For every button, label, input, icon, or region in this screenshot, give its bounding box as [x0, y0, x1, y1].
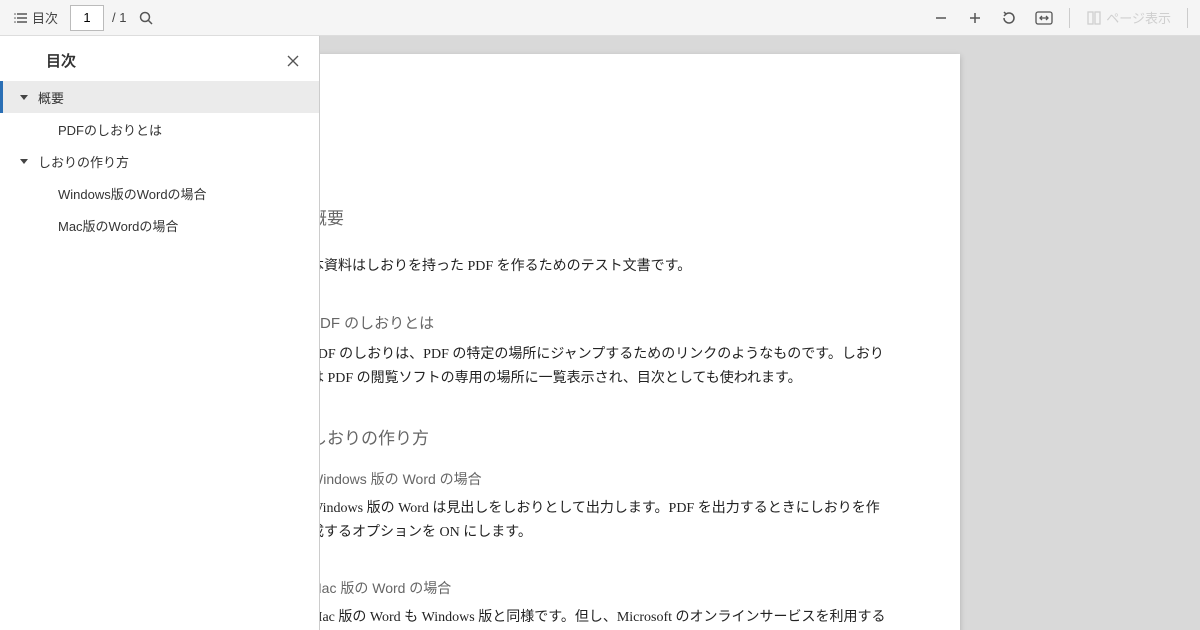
page-total-text: / 1 — [112, 10, 126, 25]
zoom-in-button[interactable] — [961, 4, 989, 32]
heading-overview: 概要 — [320, 204, 890, 229]
toolbar-divider-2 — [1187, 8, 1188, 28]
sidebar-title: 目次 — [46, 50, 76, 71]
toc-item-label: Mac版のWordの場合 — [58, 216, 178, 235]
zoom-out-button[interactable] — [927, 4, 955, 32]
document-page: 概要 本資料はしおりを持った PDF を作るためのテスト文書です。 PDF のし… — [320, 54, 960, 630]
sidebar-close-button[interactable] — [283, 51, 303, 71]
fit-width-button[interactable] — [1029, 4, 1059, 32]
page-view-button[interactable]: ページ表示 — [1080, 4, 1177, 32]
main: 目次 概要 PDFのしおりとは しおりの作り方 Windows版のWordの場合… — [0, 36, 1200, 630]
toc-item-pdf-bookmark[interactable]: PDFのしおりとは — [0, 113, 319, 145]
toc-toggle-button[interactable]: 目次 — [8, 4, 64, 32]
toc-item-mac[interactable]: Mac版のWordの場合 — [0, 209, 319, 241]
paragraph-mac: Mac 版の Word も Windows 版と同様です。但し、Microsof… — [320, 606, 890, 630]
paragraph-bookmark: PDF のしおりは、PDF の特定の場所にジャンプするためのリンクのようなもので… — [320, 343, 890, 392]
paragraph-windows: Windows 版の Word は見出しをしおりとして出力します。PDF を出力… — [320, 497, 890, 546]
rotate-icon — [1001, 10, 1017, 26]
toc-button-label: 目次 — [32, 8, 58, 27]
toc-item-label: PDFのしおりとは — [58, 120, 162, 139]
heading-windows: Windows 版の Word の場合 — [320, 469, 890, 489]
toc-item-label: 概要 — [38, 88, 64, 107]
toolbar-divider — [1069, 8, 1070, 28]
plus-icon — [967, 10, 983, 26]
page-view-icon — [1086, 10, 1102, 26]
content-area[interactable]: 概要 本資料はしおりを持った PDF を作るためのテスト文書です。 PDF のし… — [320, 36, 1200, 630]
toc-item-howto[interactable]: しおりの作り方 — [0, 145, 319, 177]
toolbar: 目次 / 1 ページ表示 — [0, 0, 1200, 36]
toc-item-windows[interactable]: Windows版のWordの場合 — [0, 177, 319, 209]
toc-item-label: Windows版のWordの場合 — [58, 184, 207, 203]
rotate-button[interactable] — [995, 4, 1023, 32]
toc-item-label: しおりの作り方 — [38, 152, 129, 171]
toc-icon — [14, 10, 30, 26]
paragraph-overview: 本資料はしおりを持った PDF を作るためのテスト文書です。 — [320, 255, 890, 280]
toc-item-overview[interactable]: 概要 — [0, 81, 319, 113]
page-number-input[interactable] — [70, 5, 104, 31]
heading-mac: Mac 版の Word の場合 — [320, 578, 890, 598]
sidebar: 目次 概要 PDFのしおりとは しおりの作り方 Windows版のWordの場合… — [0, 36, 320, 630]
fit-width-icon — [1035, 11, 1053, 25]
search-button[interactable] — [132, 4, 160, 32]
toc-list: 概要 PDFのしおりとは しおりの作り方 Windows版のWordの場合 Ma… — [0, 81, 319, 630]
close-icon — [286, 54, 300, 68]
search-icon — [138, 10, 154, 26]
chevron-down-icon — [20, 95, 28, 100]
minus-icon — [933, 10, 949, 26]
chevron-down-icon — [20, 159, 28, 164]
page-view-label: ページ表示 — [1106, 8, 1171, 27]
heading-howto: しおりの作り方 — [320, 424, 890, 449]
heading-bookmark: PDF のしおりとは — [320, 312, 890, 333]
sidebar-header: 目次 — [0, 36, 319, 81]
